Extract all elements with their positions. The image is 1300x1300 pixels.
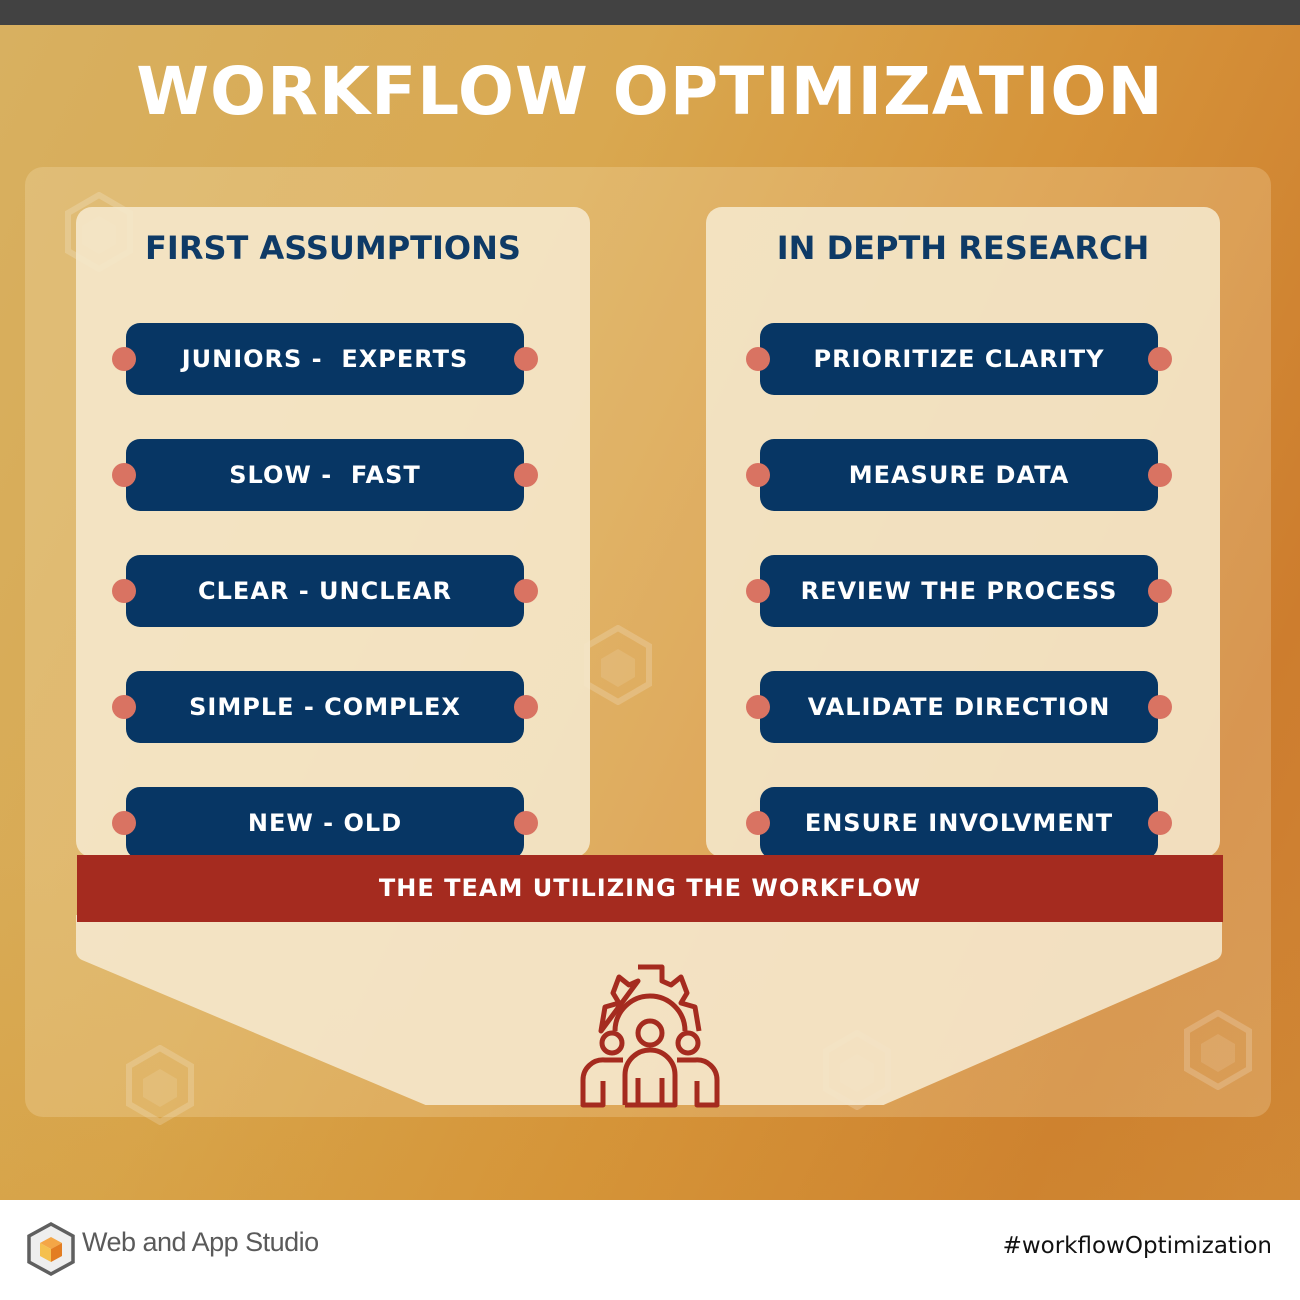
- research-label: PRIORITIZE CLARITY: [813, 345, 1105, 373]
- assumption-label: CLEAR - UNCLEAR: [198, 577, 452, 605]
- hexagon-decoration-icon: [584, 625, 652, 705]
- brand-logo-icon: [27, 1222, 75, 1276]
- hashtag: #workflowOptimization: [1002, 1233, 1272, 1259]
- first-assumptions-heading: FIRST ASSUMPTIONS: [145, 229, 521, 267]
- research-label: MEASURE DATA: [848, 461, 1070, 489]
- assumption-item: SLOW - FAST: [112, 439, 538, 511]
- assumption-label: NEW - OLD: [247, 809, 403, 837]
- assumption-label: JUNIORS - EXPERTS: [181, 345, 469, 373]
- top-bar: [0, 0, 1300, 25]
- research-item: VALIDATE DIRECTION: [746, 671, 1172, 743]
- assumption-item: SIMPLE - COMPLEX: [112, 671, 538, 743]
- page-title: WORKFLOW OPTIMIZATION: [136, 53, 1164, 130]
- brand-name: Web and App Studio: [82, 1227, 319, 1257]
- research-label: ENSURE INVOLVMENT: [804, 809, 1114, 837]
- first-assumptions-panel: FIRST ASSUMPTIONS: [76, 207, 590, 857]
- assumption-item: NEW - OLD: [112, 787, 538, 859]
- assumption-item: JUNIORS - EXPERTS: [112, 323, 538, 395]
- in-depth-research-panel: IN DEPTH RESEARCH: [706, 207, 1220, 857]
- research-label: VALIDATE DIRECTION: [807, 693, 1111, 721]
- in-depth-research-heading: IN DEPTH RESEARCH: [776, 229, 1150, 267]
- research-item: ENSURE INVOLVMENT: [746, 787, 1172, 859]
- team-gear-icon: [580, 964, 720, 1108]
- research-item: MEASURE DATA: [746, 439, 1172, 511]
- research-label: REVIEW THE PROCESS: [800, 577, 1118, 605]
- research-item: REVIEW THE PROCESS: [746, 555, 1172, 627]
- assumption-label: SIMPLE - COMPLEX: [189, 693, 461, 721]
- team-banner: THE TEAM UTILIZING THE WORKFLOW: [77, 855, 1223, 922]
- assumption-label: SLOW - FAST: [229, 461, 421, 489]
- assumption-item: CLEAR - UNCLEAR: [112, 555, 538, 627]
- research-item: PRIORITIZE CLARITY: [746, 323, 1172, 395]
